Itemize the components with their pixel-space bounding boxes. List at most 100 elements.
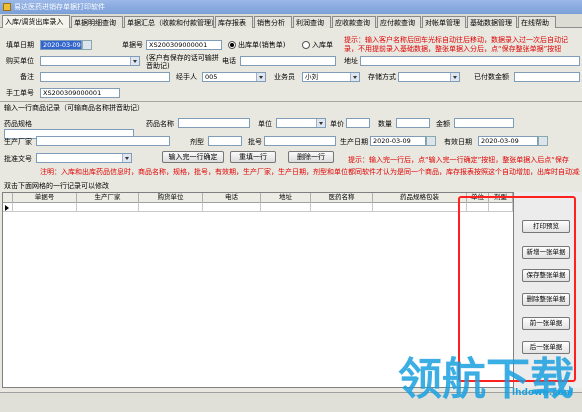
unit-combo[interactable] xyxy=(276,118,326,128)
grid-caption: 双击下面网格的一行记录可以修改 xyxy=(4,182,109,190)
table-row[interactable] xyxy=(3,203,513,212)
col-doc-no[interactable]: 单据号 xyxy=(13,193,77,203)
name-input[interactable] xyxy=(178,118,250,128)
section-divider xyxy=(0,101,582,102)
row-pointer-icon xyxy=(5,205,9,211)
tab-profit[interactable]: 利润查询 xyxy=(293,16,331,28)
mfg-date-label: 生产日期 xyxy=(340,138,368,146)
storage-combo[interactable] xyxy=(398,72,460,82)
maker-input[interactable] xyxy=(36,136,170,146)
tab-strip: 入库/调货出库录入 单据明细查询 单据汇总（收款和付款管理） 库存报表 销售分析… xyxy=(0,14,582,28)
phone-input[interactable] xyxy=(240,56,336,66)
grid-header: 单据号 生产厂家 购货单位 电话 地址 医药名称 药品规格包装 单位 剂型 xyxy=(3,193,513,203)
cell[interactable] xyxy=(139,203,203,212)
window-titlebar: 易达医药进销存单据打印软件 xyxy=(0,0,582,14)
handler-combo[interactable]: 005 xyxy=(202,72,266,82)
expiry-picker-button[interactable] xyxy=(538,136,548,146)
entry-note: 注明：入库和出库药品信息时，商品名称，规格，批号，有效期，生产厂家，生产日期，剂… xyxy=(40,168,580,176)
batch-input[interactable] xyxy=(264,136,336,146)
remark-input[interactable] xyxy=(40,72,170,82)
tab-stock-report[interactable]: 库存报表 xyxy=(215,16,253,28)
doc-no-input[interactable]: XS200309000001 xyxy=(146,40,222,50)
mfg-date-picker-button[interactable] xyxy=(426,136,436,146)
manual-no-label: 手工单号 xyxy=(6,89,34,97)
paid-input[interactable] xyxy=(514,72,580,82)
address-input[interactable] xyxy=(360,56,580,66)
delete-row-button[interactable]: 删除一行 xyxy=(288,151,334,163)
salesman-value: 小刘 xyxy=(305,73,318,81)
expiry-label: 有效日期 xyxy=(444,138,472,146)
cell[interactable] xyxy=(311,203,373,212)
approval-label: 批准文号 xyxy=(4,155,32,163)
salesman-dropdown-icon[interactable] xyxy=(350,73,359,81)
qty-input[interactable] xyxy=(396,118,430,128)
cell[interactable] xyxy=(203,203,261,212)
tab-statement[interactable]: 对帐单管理 xyxy=(422,16,466,28)
buyer-dropdown-icon[interactable] xyxy=(130,57,139,65)
mfg-date-input[interactable]: 2020-03-09 xyxy=(370,136,426,146)
tab-sales-analysis[interactable]: 销售分析 xyxy=(254,16,292,28)
phone-label: 电话 xyxy=(222,57,236,65)
radio-in-label[interactable]: 入库单 xyxy=(312,41,333,50)
date-label: 填单日期 xyxy=(6,41,34,49)
buyer-note: (客户有保存的话可输拼音助记) xyxy=(146,54,219,70)
tab-help[interactable]: 在线帮助 xyxy=(518,16,556,28)
buyer-label: 购买单位 xyxy=(6,57,34,65)
tab-summary[interactable]: 单据汇总（收款和付款管理） xyxy=(124,16,214,28)
maker-label: 生产厂家 xyxy=(4,138,32,146)
price-input[interactable] xyxy=(346,118,370,128)
date-picker-button[interactable] xyxy=(82,40,92,50)
salesman-combo[interactable]: 小刘 xyxy=(302,72,360,82)
header-hint: 提示：输入客户名称后回车光标自动往后移动，数据录入过一次后自动记录，不用提前录入… xyxy=(344,36,568,53)
approval-dropdown-icon[interactable] xyxy=(122,154,131,162)
manual-no-input[interactable]: XS200309000001 xyxy=(40,88,120,98)
row-indicator xyxy=(3,203,13,212)
remark-label: 备注 xyxy=(20,73,34,81)
handler-dropdown-icon[interactable] xyxy=(256,73,265,81)
buyer-combo[interactable] xyxy=(40,56,140,66)
cell[interactable] xyxy=(13,203,77,212)
amount-input[interactable] xyxy=(454,118,514,128)
tab-receivable[interactable]: 应收款查询 xyxy=(332,16,376,28)
form-label: 剂型 xyxy=(190,138,204,146)
approval-combo[interactable] xyxy=(36,153,132,163)
form-input[interactable] xyxy=(208,136,242,146)
tab-detail-query[interactable]: 单据明细查询 xyxy=(71,16,123,28)
cell[interactable] xyxy=(373,203,467,212)
tab-payable[interactable]: 应付款查询 xyxy=(377,16,421,28)
paid-label: 已付数金额 xyxy=(474,73,509,81)
expiry-input[interactable]: 2020-03-09 xyxy=(478,136,538,146)
unit-label: 单位 xyxy=(258,120,272,128)
radio-out[interactable] xyxy=(228,41,236,49)
tab-base-data[interactable]: 基础数据管理 xyxy=(467,16,517,28)
batch-label: 批号 xyxy=(248,138,262,146)
address-label: 地址 xyxy=(344,57,358,65)
app-icon xyxy=(3,3,11,11)
entry-section-title: 输入一行商品记录（可输商品名称拼音助记） xyxy=(4,104,144,112)
date-input[interactable]: 2020-03-09 xyxy=(40,40,82,50)
radio-in[interactable] xyxy=(302,41,310,49)
col-address[interactable]: 地址 xyxy=(261,193,311,203)
col-spec[interactable]: 药品规格包装 xyxy=(373,193,467,203)
qty-label: 数量 xyxy=(378,120,392,128)
col-phone[interactable]: 电话 xyxy=(203,193,261,203)
storage-dropdown-icon[interactable] xyxy=(450,73,459,81)
tab-entry[interactable]: 入库/调货出库录入 xyxy=(2,15,70,28)
cell[interactable] xyxy=(261,203,311,212)
col-maker[interactable]: 生产厂家 xyxy=(77,193,139,203)
doc-no-label: 单据号 xyxy=(122,41,143,49)
col-drug-name[interactable]: 医药名称 xyxy=(311,193,373,203)
cell[interactable] xyxy=(77,203,139,212)
amount-label: 金额 xyxy=(436,120,450,128)
redo-row-button[interactable]: 重填一行 xyxy=(230,151,276,163)
price-label: 单价 xyxy=(330,120,344,128)
col-buyer[interactable]: 购货单位 xyxy=(139,193,203,203)
handler-label: 经手人 xyxy=(176,73,197,81)
unit-dropdown-icon[interactable] xyxy=(316,119,325,127)
radio-out-label[interactable]: 出库单(销售单) xyxy=(238,41,285,50)
storage-label: 存储方式 xyxy=(368,73,396,81)
name-label: 药品名称 xyxy=(146,120,174,128)
window-title: 易达医药进销存单据打印软件 xyxy=(14,3,105,11)
confirm-row-button[interactable]: 输入完一行确定 xyxy=(162,151,224,163)
grid-corner xyxy=(3,193,13,203)
